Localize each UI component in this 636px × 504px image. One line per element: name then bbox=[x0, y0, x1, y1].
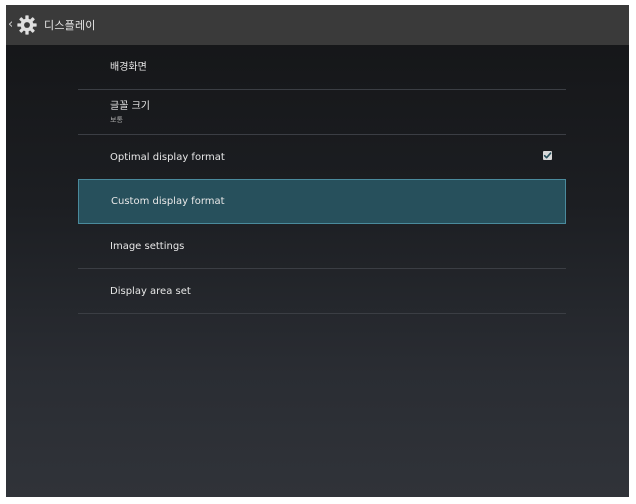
settings-item-summary: 보통 bbox=[110, 115, 123, 124]
settings-item-label: Display area set bbox=[110, 285, 191, 297]
settings-item-wallpaper[interactable]: 배경화면 bbox=[78, 45, 566, 90]
action-bar: ‹ 디스플레이 bbox=[6, 5, 629, 45]
tv-settings-screen: ‹ 디스플레이 배경화면 글꼴 크기 보통 Optimal display fo… bbox=[6, 5, 629, 497]
settings-item-label: Custom display format bbox=[111, 196, 225, 207]
settings-item-optimal-display-format[interactable]: Optimal display format bbox=[78, 135, 566, 180]
settings-item-label: Optimal display format bbox=[110, 151, 225, 163]
settings-list: 배경화면 글꼴 크기 보통 Optimal display format Cus… bbox=[78, 45, 566, 314]
check-icon bbox=[543, 152, 552, 159]
page-title: 디스플레이 bbox=[44, 19, 96, 32]
gear-icon bbox=[16, 14, 38, 36]
settings-item-label: 배경화면 bbox=[110, 61, 147, 73]
chevron-left-icon[interactable]: ‹ bbox=[8, 18, 14, 31]
settings-item-label: 글꼴 크기 bbox=[110, 100, 150, 112]
settings-item-display-area-set[interactable]: Display area set bbox=[78, 269, 566, 314]
checkbox[interactable] bbox=[543, 151, 552, 160]
settings-item-custom-display-format[interactable]: Custom display format bbox=[78, 179, 566, 224]
settings-item-label: Image settings bbox=[110, 240, 185, 252]
settings-item-font-size[interactable]: 글꼴 크기 보통 bbox=[78, 90, 566, 135]
settings-item-image-settings[interactable]: Image settings bbox=[78, 224, 566, 269]
